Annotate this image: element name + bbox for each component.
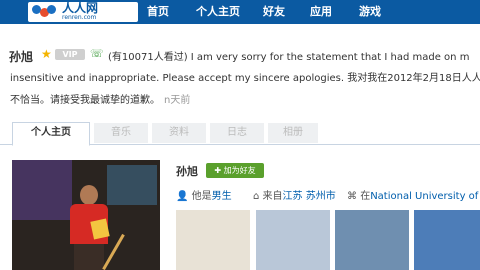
album-thumbnail[interactable] [335,210,409,270]
school-link[interactable]: National University of S [370,191,480,202]
tab-album[interactable]: 相册 [268,123,318,143]
album-thumbnail[interactable] [414,210,480,270]
school-info: ⌘ 在National University of S [347,187,480,202]
school-icon: ⌘ [347,191,357,202]
tab-profile-home[interactable]: 个人主页 [12,122,90,146]
tab-info[interactable]: 资料 [152,123,206,143]
status-text-line-3: 不恰当。请接受我最诚挚的道歉。 n天前 [10,91,190,106]
province-link[interactable]: 江苏 [283,191,303,202]
nav-games[interactable]: 游戏 [354,0,386,24]
album-thumbnail[interactable] [256,210,330,270]
profile-photo[interactable] [12,160,160,270]
home-icon: ⌂ [253,191,260,202]
hometown-info: ⌂ 来自江苏 苏州市 [253,187,336,202]
star-icon: ★ [41,47,52,61]
gender-link[interactable]: 男生 [212,191,232,202]
top-navigation-bar: 人人网 renren.com 首页 个人主页 好友 应用 游戏 [0,0,480,24]
gender-prefix: 他是 [191,191,212,202]
nav-apps[interactable]: 应用 [305,0,337,24]
logo-subtext: renren.com [62,14,97,21]
status-text-line-3-content: 不恰当。请接受我最诚挚的道歉。 [10,95,160,106]
album-thumbnail[interactable] [176,210,250,270]
status-text-line-1: (有10071人看过) I am very sorry for the stat… [108,52,470,63]
mobile-phone-icon: ☏ [90,47,104,60]
from-prefix: 来自 [262,191,283,202]
renren-logo[interactable]: 人人网 renren.com [28,2,138,22]
info-name[interactable]: 孙旭 [176,163,198,179]
nav-friends[interactable]: 好友 [258,0,290,24]
nav-profile[interactable]: 个人主页 [188,0,248,24]
person-icon: 👤 [176,191,189,202]
school-prefix: 在 [360,191,371,202]
gender-info: 👤 他是男生 [176,187,232,202]
renren-logo-icon [32,5,56,19]
status-timestamp: n天前 [164,95,191,106]
profile-name: 孙旭 [9,50,34,64]
tab-music[interactable]: 音乐 [94,123,148,143]
nav-home[interactable]: 首页 [140,0,176,24]
tab-blog[interactable]: 日志 [210,123,264,143]
profile-tabs: 个人主页 音乐 资料 日志 相册 [0,120,480,146]
vip-badge[interactable]: VIP [55,49,85,60]
add-friend-button[interactable]: ✚ 加为好友 [206,163,264,178]
status-text-line-2: insensitive and inappropriate. Please ac… [10,73,480,84]
city-link[interactable]: 苏州市 [306,191,336,202]
add-friend-label: 加为好友 [223,166,256,175]
